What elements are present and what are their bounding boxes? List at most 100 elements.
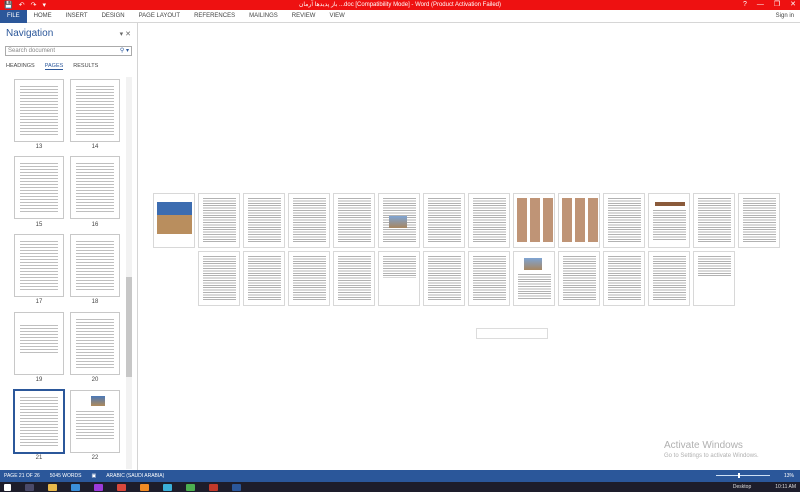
document-page[interactable] (333, 251, 375, 306)
document-page[interactable] (243, 251, 285, 306)
tab-design[interactable]: DESIGN (95, 10, 132, 23)
document-page[interactable] (513, 193, 555, 248)
proofing-icon[interactable]: ▣ (91, 473, 96, 479)
page-thumbnail-number: 21 (35, 455, 43, 461)
page-thumbnail[interactable] (70, 390, 120, 453)
app-icon[interactable] (209, 483, 218, 491)
file-explorer-icon[interactable] (48, 483, 57, 491)
save-icon[interactable]: 💾 (4, 1, 13, 9)
document-page[interactable] (558, 251, 600, 306)
status-bar: PAGE 21 OF 26 5045 WORDS ▣ ARABIC (SAUDI… (0, 470, 800, 482)
zoom-slider[interactable] (716, 473, 770, 478)
file-tab[interactable]: FILE (0, 9, 27, 23)
tab-home[interactable]: HOME (27, 10, 59, 23)
search-placeholder: Search document (8, 48, 56, 54)
document-page[interactable] (603, 251, 645, 306)
sign-in-link[interactable]: Sign in (776, 10, 794, 23)
page-thumbnail-number: 22 (91, 455, 99, 461)
document-page[interactable] (378, 193, 420, 248)
chrome-icon[interactable] (186, 483, 195, 491)
page-thumbnail-selected[interactable] (13, 389, 65, 454)
tab-page-layout[interactable]: PAGE LAYOUT (132, 10, 187, 23)
clock[interactable]: 10:11 AM (775, 482, 796, 492)
page-thumbnail[interactable] (14, 79, 64, 142)
page-thumbnail[interactable] (70, 79, 120, 142)
tab-mailings[interactable]: MAILINGS (242, 10, 285, 23)
tab-references[interactable]: REFERENCES (187, 10, 242, 23)
document-page[interactable] (333, 193, 375, 248)
document-page[interactable] (558, 193, 600, 248)
undo-icon[interactable]: ↶ (19, 1, 25, 9)
help-button[interactable]: ? (743, 0, 747, 10)
document-page[interactable] (468, 193, 510, 248)
document-page[interactable] (288, 193, 330, 248)
page-thumbnail[interactable] (14, 234, 64, 297)
zoom-level[interactable]: 13% (784, 470, 794, 482)
quick-access-toolbar: 💾 ↶ ↷ ▾ (0, 1, 46, 9)
activate-windows-watermark: Activate Windows Go to Settings to activ… (664, 440, 759, 459)
page-thumbnail[interactable] (14, 312, 64, 375)
app-icon[interactable] (94, 483, 103, 491)
document-page[interactable] (513, 251, 555, 306)
ribbon-tabs: FILE HOME INSERT DESIGN PAGE LAYOUT REFE… (0, 9, 800, 23)
tab-insert[interactable]: INSERT (59, 10, 95, 23)
close-button[interactable]: ✕ (790, 0, 796, 10)
watermark-subtitle: Go to Settings to activate Windows. (664, 453, 759, 459)
tab-review[interactable]: REVIEW (285, 10, 323, 23)
navigation-tabs: HEADINGS PAGES RESULTS (6, 63, 98, 70)
tab-pages[interactable]: PAGES (44, 63, 64, 70)
page-thumbnail[interactable] (70, 234, 120, 297)
page-thumbnail-number: 18 (91, 299, 99, 305)
document-page[interactable] (738, 193, 780, 248)
document-page[interactable] (693, 193, 735, 248)
word-count[interactable]: 5045 WORDS (50, 473, 82, 479)
desktop-toolbar[interactable]: Desktop (733, 482, 751, 492)
insertion-placeholder (476, 328, 548, 339)
document-page[interactable] (468, 251, 510, 306)
firefox-icon[interactable] (140, 483, 149, 491)
page-count[interactable]: PAGE 21 OF 26 (4, 473, 40, 479)
document-page[interactable] (378, 251, 420, 306)
browser-icon[interactable] (71, 483, 80, 491)
word-icon[interactable] (232, 483, 241, 491)
search-input[interactable]: Search document ⚲ ▾ (5, 46, 132, 56)
search-icon[interactable]: ⚲ ▾ (120, 47, 129, 55)
page-thumbnail-number: 17 (35, 299, 43, 305)
document-page[interactable] (198, 251, 240, 306)
minimize-button[interactable]: — (757, 0, 764, 10)
document-page[interactable] (603, 193, 645, 248)
navigation-close-icon[interactable]: ▾ ✕ (120, 30, 131, 38)
tab-view[interactable]: VIEW (322, 10, 351, 23)
page-thumbnail-number: 20 (91, 377, 99, 383)
restore-button[interactable]: ❐ (774, 0, 780, 10)
document-page[interactable] (288, 251, 330, 306)
app-icon[interactable] (117, 483, 126, 491)
document-page[interactable] (153, 193, 195, 248)
page-thumbnail-number: 16 (91, 222, 99, 228)
customize-qat-icon[interactable]: ▾ (42, 1, 46, 9)
task-view-icon[interactable] (25, 483, 34, 491)
page-thumbnail[interactable] (14, 156, 64, 219)
document-page[interactable] (693, 251, 735, 306)
window-title: باز پديدها آرمان ...doc [Compatibility M… (299, 2, 501, 8)
title-bar: 💾 ↶ ↷ ▾ باز پديدها آرمان ...doc [Compati… (0, 0, 800, 10)
app-icon[interactable] (163, 483, 172, 491)
document-page[interactable] (423, 251, 465, 306)
document-page[interactable] (648, 251, 690, 306)
tab-headings[interactable]: HEADINGS (6, 63, 35, 70)
scrollbar-thumb[interactable] (126, 277, 132, 377)
redo-icon[interactable]: ↷ (31, 1, 37, 9)
document-page[interactable] (198, 193, 240, 248)
windows-taskbar: Desktop 10:11 AM (0, 482, 800, 492)
document-page[interactable] (648, 193, 690, 248)
start-icon[interactable] (4, 483, 11, 491)
language-indicator[interactable]: ARABIC (SAUDI ARABIA) (106, 473, 164, 479)
navigation-scrollbar[interactable] (126, 77, 132, 469)
document-canvas[interactable]: Activate Windows Go to Settings to activ… (139, 23, 800, 470)
document-page[interactable] (423, 193, 465, 248)
page-thumbnail[interactable] (70, 312, 120, 375)
tab-results[interactable]: RESULTS (73, 63, 98, 70)
document-page[interactable] (243, 193, 285, 248)
zoom-slider-knob[interactable] (738, 473, 740, 478)
page-thumbnail[interactable] (70, 156, 120, 219)
